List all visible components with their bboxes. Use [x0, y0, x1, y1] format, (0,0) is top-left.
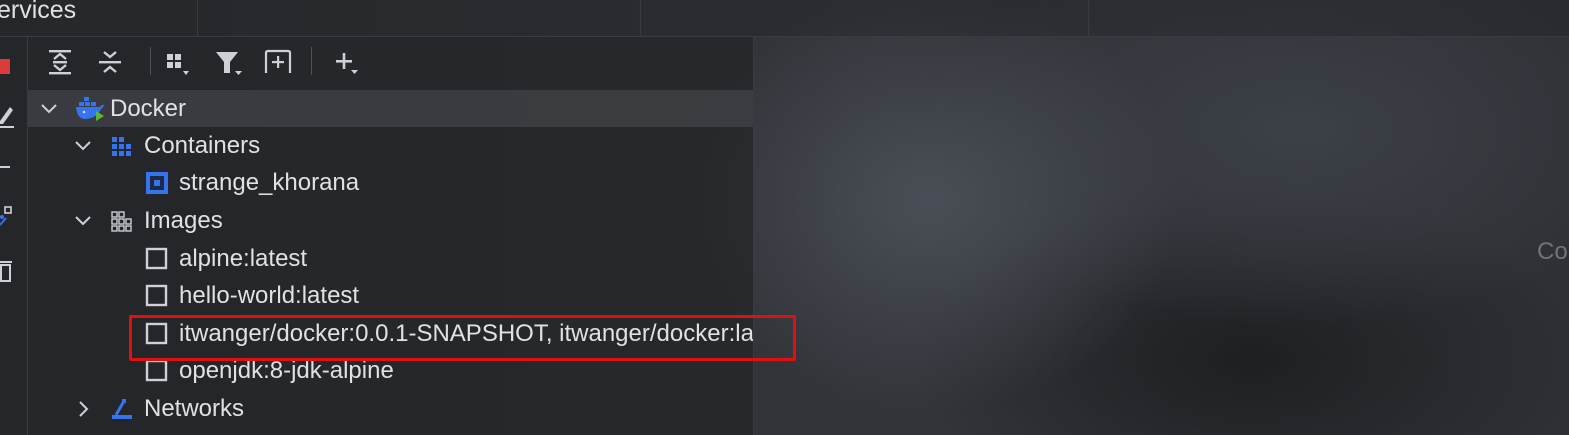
- left-action-strip: [0, 37, 28, 435]
- tree-node-label: alpine:latest: [179, 245, 308, 272]
- image-icon: [145, 284, 168, 307]
- annotation-highlight-box: [129, 315, 796, 361]
- toolbar-separator: [150, 47, 151, 75]
- chevron-right-icon[interactable]: [72, 390, 94, 427]
- open-in-new-tab-icon[interactable]: [263, 47, 293, 77]
- image-icon: [145, 359, 168, 382]
- toolbar-separator: [311, 47, 312, 75]
- tree-node-label: Networks: [144, 395, 245, 422]
- filter-icon[interactable]: [214, 47, 244, 77]
- docker-icon: [76, 97, 104, 121]
- tree-node-label: hello-world:latest: [179, 282, 360, 309]
- edit-icon[interactable]: [0, 99, 16, 129]
- tree-node-docker[interactable]: Docker: [28, 90, 753, 127]
- tree-node-label: Docker: [110, 95, 187, 122]
- tree-node-container[interactable]: strange_khorana: [28, 164, 753, 201]
- image-icon: [145, 247, 168, 270]
- collapse-all-icon[interactable]: [95, 47, 125, 77]
- tree-node-label: strange_khorana: [179, 169, 360, 196]
- tree-node-images[interactable]: Images: [28, 202, 753, 239]
- tree-node-label: Containers: [144, 132, 261, 159]
- services-toolbar: [28, 37, 753, 87]
- chevron-down-icon[interactable]: [38, 90, 60, 127]
- header-divider: [197, 0, 198, 36]
- containers-icon: [112, 137, 131, 156]
- header-divider: [640, 0, 641, 36]
- expand-all-icon[interactable]: [45, 47, 75, 77]
- connect-icon[interactable]: [0, 205, 16, 227]
- minus-icon[interactable]: [0, 161, 12, 173]
- tree-node-image[interactable]: alpine:latest: [28, 240, 753, 277]
- tree-node-image[interactable]: hello-world:latest: [28, 277, 753, 314]
- tool-window-header: ervices: [0, 0, 1569, 37]
- running-container-icon: [146, 172, 168, 194]
- stop-icon[interactable]: [0, 57, 12, 77]
- tool-window-title: ervices: [0, 0, 77, 24]
- tree-node-containers[interactable]: Containers: [28, 127, 753, 164]
- services-panel: Docker Containers strange_khorana Images…: [28, 37, 754, 435]
- images-icon: [111, 211, 132, 232]
- tree-node-networks[interactable]: Networks: [28, 390, 753, 427]
- tree-node-label: Images: [144, 207, 223, 234]
- plus-icon[interactable]: [330, 47, 360, 77]
- header-divider: [1088, 0, 1089, 36]
- group-by-icon[interactable]: [163, 47, 193, 77]
- delete-icon[interactable]: [0, 257, 14, 283]
- networks-icon: [112, 399, 132, 419]
- chevron-down-icon[interactable]: [72, 202, 94, 239]
- chevron-down-icon[interactable]: [72, 127, 94, 164]
- content-placeholder-text: Co: [1537, 238, 1568, 265]
